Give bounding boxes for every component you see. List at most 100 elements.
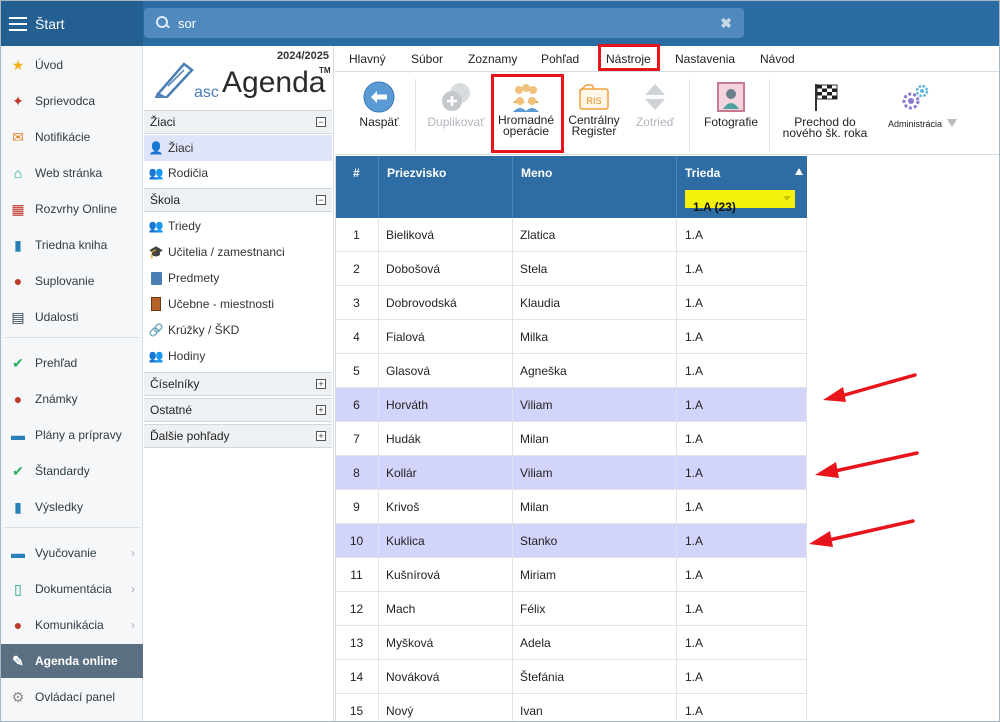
sort-button[interactable]: Zotrieď (625, 73, 685, 155)
sidebar-item-plány-a-prípravy[interactable]: ▬ Plány a prípravy (1, 418, 143, 452)
group-ziaci[interactable]: Žiaci − (144, 110, 332, 134)
nav-item-kruzky[interactable]: 🔗 Krúžky / ŠKD (144, 317, 332, 343)
duplicate-label: Duplikovať (427, 115, 485, 129)
sidebar-item-komunikácia[interactable]: ● Komunikácia › (1, 608, 143, 642)
administration-button[interactable]: Administrácia (879, 73, 957, 155)
administration-label: Administrácia (887, 119, 943, 129)
sidebar-item-triedna-kniha[interactable]: ▮ Triedna kniha (1, 228, 143, 262)
table-row[interactable]: 12 Mach Félix 1.A (335, 592, 807, 626)
back-button[interactable]: Naspäť (347, 73, 411, 155)
photos-button[interactable]: Fotografie (697, 73, 765, 155)
nav-item-rodicia[interactable]: 👥 Rodičia (144, 160, 332, 186)
header-class[interactable]: Trieda 1.A (23) (677, 156, 807, 218)
sidebar-separator (5, 527, 139, 528)
sidebar-item-vyučovanie[interactable]: ▬ Vyučovanie › (1, 536, 143, 570)
open-book-icon: ▬ (11, 545, 25, 561)
sidebar-item-štandardy[interactable]: ✔ Štandardy (1, 454, 143, 488)
table-row[interactable]: 9 Krivoš Milan 1.A (335, 490, 807, 524)
nav-item-ucitelia[interactable]: 🎓 Učitelia / zamestnanci (144, 239, 332, 265)
sidebar-item-známky[interactable]: ● Známky (1, 382, 143, 416)
header-firstname[interactable]: Meno (513, 156, 677, 218)
sidebar-item-ovládací-panel[interactable]: ⚙ Ovládací panel (1, 680, 143, 714)
sidebar-item-udalosti[interactable]: ▤ Udalosti (1, 300, 143, 334)
cell-firstname: Zlatica (513, 218, 677, 252)
table-row[interactable]: 11 Kušnírová Miriam 1.A (335, 558, 807, 592)
menu-subor[interactable]: Súbor (411, 52, 443, 66)
central-register-button[interactable]: RIS Centrálny Register (563, 73, 625, 155)
cell-surname: Mach (379, 592, 513, 626)
nav-item-label: Predmety (168, 271, 220, 285)
class-filter-select[interactable]: 1.A (23) (685, 190, 795, 214)
substitution-icon: ● (13, 273, 23, 289)
cell-surname: Glasová (379, 354, 513, 388)
sidebar-item-web-stránka[interactable]: ⌂ Web stránka (1, 156, 143, 190)
search-icon (156, 16, 170, 30)
menu-nastavenia[interactable]: Nastavenia (675, 52, 735, 66)
table-row[interactable]: 2 Dobošová Stela 1.A (335, 252, 807, 286)
sort-ascending-icon[interactable] (795, 168, 803, 175)
school-year-transition-button[interactable]: Prechod do nového šk. roka (777, 73, 873, 155)
table-row[interactable]: 3 Dobrovodská Klaudia 1.A (335, 286, 807, 320)
chevron-right-icon: › (131, 582, 135, 596)
nav-item-triedy[interactable]: 👥 Triedy (144, 213, 332, 239)
header-number[interactable]: # (335, 156, 379, 218)
hamburger-icon (9, 16, 27, 31)
sidebar-item-rozvrhy-online[interactable]: ▦ Rozvrhy Online (1, 192, 143, 226)
expand-icon[interactable]: + (316, 379, 326, 389)
table-row[interactable]: 14 Nováková Štefánia 1.A (335, 660, 807, 694)
menu-navod[interactable]: Návod (760, 52, 795, 66)
expand-icon[interactable]: + (316, 431, 326, 441)
cell-class: 1.A (677, 218, 807, 252)
menu-zoznamy[interactable]: Zoznamy (468, 52, 517, 66)
start-menu-button[interactable]: Štart (1, 1, 143, 46)
menu-hlavny[interactable]: Hlavný (349, 52, 386, 66)
group-ostatne[interactable]: Ostatné + (144, 398, 332, 422)
group-dalsie-pohlady[interactable]: Ďalšie pohľady + (144, 424, 332, 448)
nav-item-ziaci[interactable]: 👤 Žiaci (144, 135, 332, 161)
table-row[interactable]: 7 Hudák Milan 1.A (335, 422, 807, 456)
table-row[interactable]: 10 Kuklica Stanko 1.A (335, 524, 807, 558)
table-row[interactable]: 4 Fialová Milka 1.A (335, 320, 807, 354)
nav-item-hodiny[interactable]: 👥 Hodiny (144, 343, 332, 369)
sidebar-item-label: Komunikácia (35, 618, 104, 632)
central-label-line2: Register (571, 124, 617, 138)
sidebar-item-label: Udalosti (35, 310, 79, 324)
cell-number: 13 (335, 626, 379, 660)
nav-item-predmety[interactable]: Predmety (144, 265, 332, 291)
cell-firstname: Félix (513, 592, 677, 626)
table-row[interactable]: 1 Bieliková Zlatica 1.A (335, 218, 807, 252)
sidebar-item-prehľad[interactable]: ✔ Prehľad (1, 346, 143, 380)
menu-pohlad[interactable]: Pohľad (541, 52, 579, 66)
sidebar-item-úvod[interactable]: ★ Úvod (1, 48, 143, 82)
expand-icon[interactable]: + (316, 405, 326, 415)
chevron-down-icon (783, 196, 791, 201)
sidebar-item-suplovanie[interactable]: ● Suplovanie (1, 264, 143, 298)
table-row[interactable]: 15 Nový Ivan 1.A (335, 694, 807, 721)
sidebar-item-dokumentácia[interactable]: ▯ Dokumentácia › (1, 572, 143, 606)
table-row[interactable]: 5 Glasová Agneška 1.A (335, 354, 807, 388)
group-skola[interactable]: Škola − (144, 188, 332, 212)
sidebar-item-agenda-online[interactable]: ✎ Agenda online (1, 644, 143, 678)
cell-firstname: Milan (513, 422, 677, 456)
table-row[interactable]: 6 Horváth Viliam 1.A (335, 388, 807, 422)
collapse-icon[interactable]: − (316, 117, 326, 127)
header-firstname-label: Meno (521, 166, 553, 180)
table-row[interactable]: 8 Kollár Viliam 1.A (335, 456, 807, 490)
clubs-icon: 🔗 (148, 323, 164, 337)
sidebar-item-notifikácie[interactable]: ✉ Notifikácie (1, 120, 143, 154)
dropdown-arrow-icon[interactable] (947, 119, 957, 127)
search-input[interactable] (178, 15, 698, 31)
group-ciselniky[interactable]: Číselníky + (144, 372, 332, 396)
table-row[interactable]: 13 Myšková Adela 1.A (335, 626, 807, 660)
graduation-cap-icon: 🎓 (148, 245, 164, 259)
search-bar[interactable]: ✖ (144, 8, 744, 38)
sidebar-item-sprievodca[interactable]: ✦ Sprievodca (1, 84, 143, 118)
nav-item-ucebne[interactable]: Učebne - miestnosti (144, 291, 332, 317)
header-surname[interactable]: Priezvisko (379, 156, 513, 218)
collapse-icon[interactable]: − (316, 195, 326, 205)
sidebar-item-label: Ovládací panel (35, 690, 116, 704)
sidebar-item-výsledky[interactable]: ▮ Výsledky (1, 490, 143, 524)
duplicate-button[interactable]: Duplikovať (423, 73, 489, 155)
clear-search-icon[interactable]: ✖ (720, 15, 732, 32)
class-icon: 👥 (148, 219, 164, 233)
